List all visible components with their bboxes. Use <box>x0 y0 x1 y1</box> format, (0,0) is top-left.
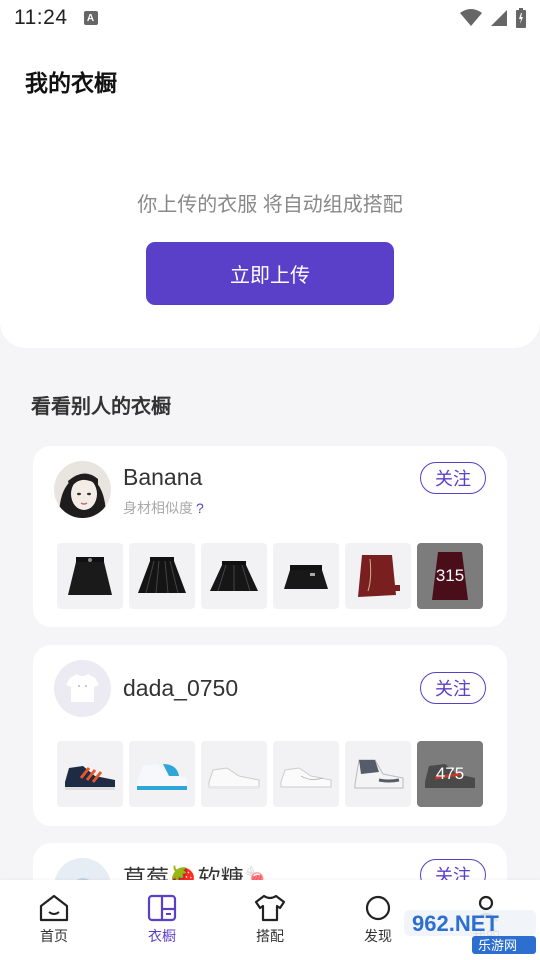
nav-home[interactable]: 首页 <box>0 880 108 960</box>
nav-label: 搭配 <box>256 928 284 944</box>
skirt-icon <box>358 555 400 597</box>
skirt-icon <box>68 557 112 595</box>
item-thumbnail[interactable] <box>345 543 411 609</box>
tshirt-icon <box>254 894 286 922</box>
follow-button[interactable]: 关注 <box>420 462 486 494</box>
discover-icon <box>365 895 391 921</box>
username[interactable]: Banana <box>123 464 202 491</box>
sneaker-icon <box>137 764 187 790</box>
item-thumbnail[interactable] <box>345 741 411 807</box>
battery-icon <box>516 8 526 28</box>
similarity-text: 身材相似度 <box>123 500 193 516</box>
sneaker-icon <box>65 766 115 790</box>
wardrobe-items: 315 <box>57 543 483 609</box>
skirt-icon <box>284 565 328 589</box>
avatar[interactable] <box>54 660 111 717</box>
nav-label: 首页 <box>40 928 68 944</box>
user-card[interactable]: Banana 身材相似度? 关注 315 <box>33 446 507 627</box>
wifi-icon <box>460 9 482 26</box>
nav-label: 衣橱 <box>148 928 176 944</box>
nav-wardrobe[interactable]: 衣橱 <box>108 880 216 960</box>
nav-label: 发现 <box>364 928 392 944</box>
item-thumbnail[interactable] <box>201 741 267 807</box>
notification-icon: A <box>83 11 98 25</box>
user-card[interactable]: dada_0750 关注 475 <box>33 645 507 826</box>
upload-button[interactable]: 立即上传 <box>146 242 394 305</box>
item-thumbnail[interactable] <box>273 543 339 609</box>
sneaker-icon <box>208 767 260 789</box>
page-title: 我的衣橱 <box>25 70 117 96</box>
item-thumbnail[interactable] <box>57 543 123 609</box>
skirt-icon <box>210 561 258 592</box>
watermark-logo: 962.NET 乐游网 <box>402 906 538 956</box>
avatar[interactable] <box>54 461 111 518</box>
skirt-icon <box>138 557 186 594</box>
sneaker-icon <box>280 767 332 788</box>
home-icon <box>39 894 69 922</box>
sneaker-icon <box>354 759 404 789</box>
status-bar: 11:24 A <box>0 0 540 36</box>
similarity-help-icon[interactable]: ? <box>196 500 204 516</box>
status-time: 11:24 <box>14 6 68 29</box>
section-title: 看看别人的衣橱 <box>31 396 171 418</box>
status-icons <box>460 8 526 28</box>
watermark-sub: 乐游网 <box>478 939 517 954</box>
more-items-button[interactable]: 315 <box>417 543 483 609</box>
wardrobe-items: 475 <box>57 741 483 807</box>
wardrobe-icon <box>147 894 177 922</box>
item-thumbnail[interactable] <box>201 543 267 609</box>
more-count: 475 <box>435 764 465 783</box>
watermark-brand: 962.NET <box>412 911 499 936</box>
more-count: 315 <box>435 566 465 585</box>
more-items-button[interactable]: 475 <box>417 741 483 807</box>
similarity-label: 身材相似度? <box>123 498 204 518</box>
empty-hint: 你上传的衣服 将自动组成搭配 <box>137 194 403 216</box>
nav-outfits[interactable]: 搭配 <box>216 880 324 960</box>
username[interactable]: dada_0750 <box>123 675 238 702</box>
item-thumbnail[interactable] <box>273 741 339 807</box>
signal-icon <box>491 10 507 26</box>
item-thumbnail[interactable] <box>129 741 195 807</box>
my-wardrobe-card: 我的衣橱 你上传的衣服 将自动组成搭配 立即上传 <box>0 36 540 348</box>
follow-button[interactable]: 关注 <box>420 672 486 704</box>
item-thumbnail[interactable] <box>57 741 123 807</box>
item-thumbnail[interactable] <box>129 543 195 609</box>
